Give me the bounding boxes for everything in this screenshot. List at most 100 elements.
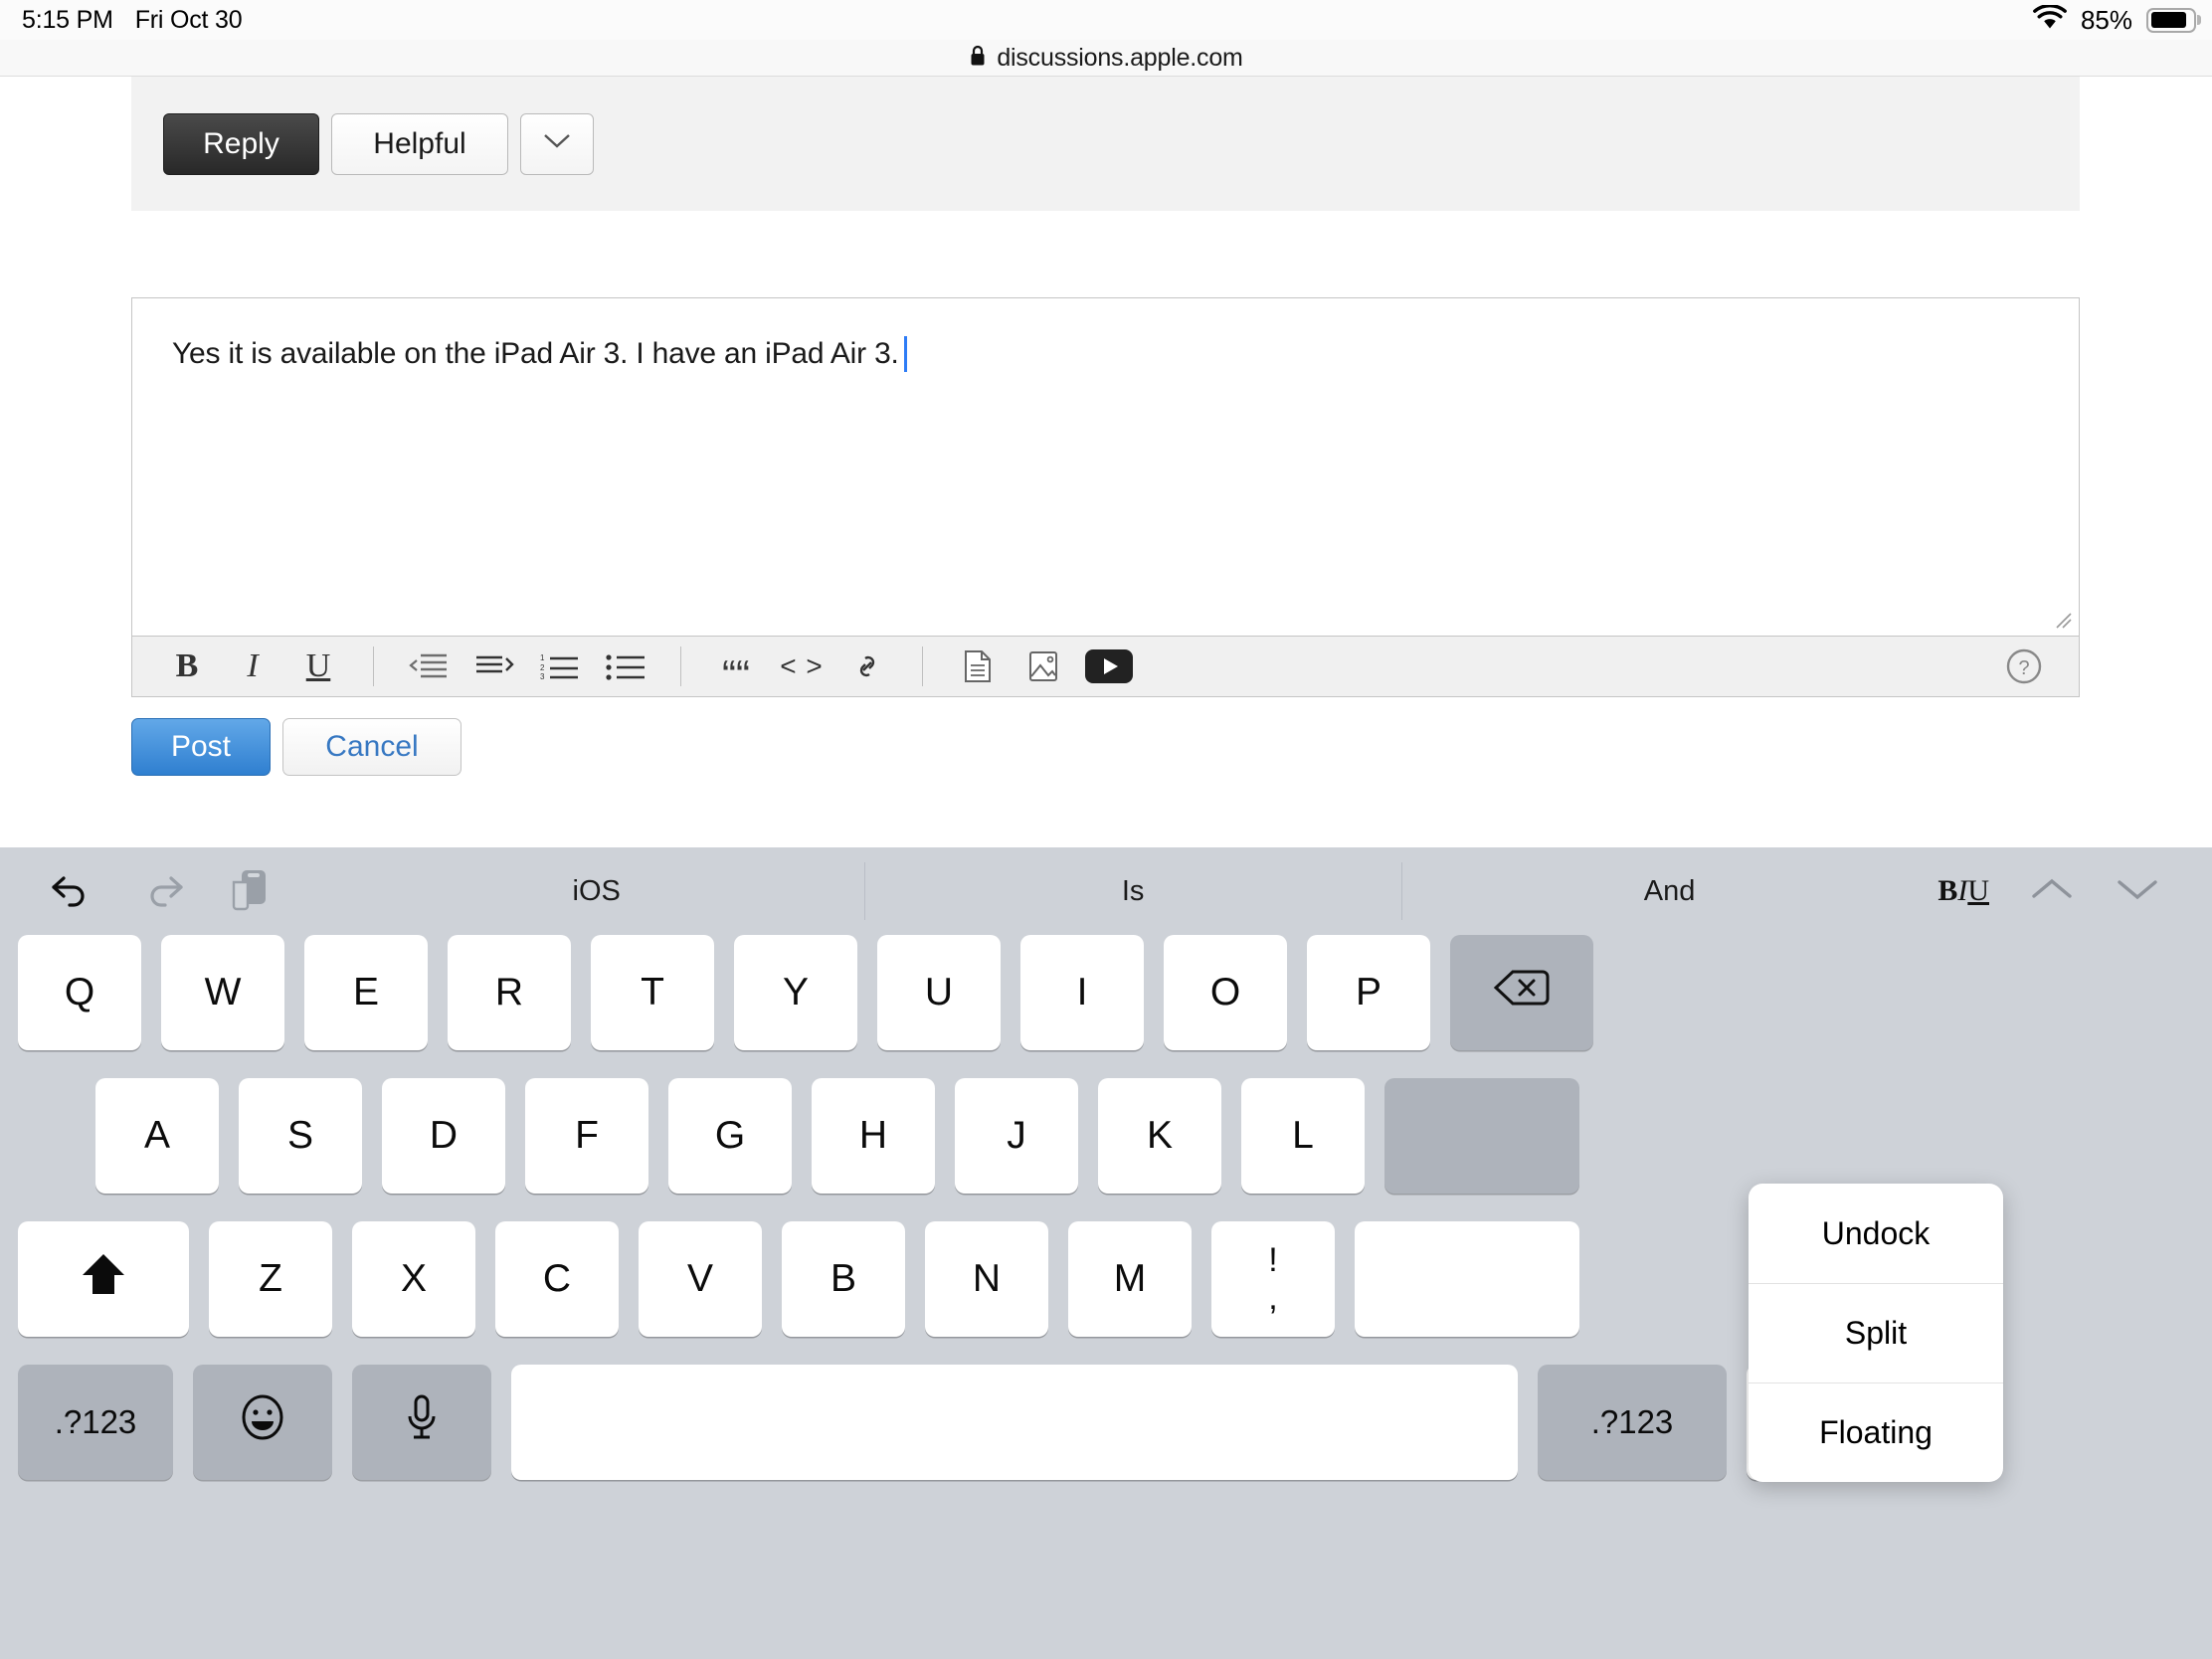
- ipad-screen: 5:15 PM Fri Oct 30 85% discussions.apple…: [0, 0, 2212, 1659]
- prediction-candidate-2[interactable]: And: [1401, 860, 1937, 922]
- key-return[interactable]: [1384, 1078, 1579, 1194]
- url-text: discussions.apple.com: [997, 44, 1242, 73]
- key-emoji[interactable]: [193, 1365, 332, 1480]
- wifi-icon: [2033, 5, 2067, 36]
- key-x[interactable]: X: [352, 1221, 475, 1337]
- key-punct-bottom: ,: [1268, 1282, 1277, 1314]
- key-i[interactable]: I: [1020, 935, 1144, 1050]
- numbered-list-button[interactable]: 1 2 3: [527, 640, 593, 693]
- italic-button[interactable]: I: [220, 640, 285, 693]
- status-time: 5:15 PM: [22, 6, 113, 35]
- key-shift[interactable]: [18, 1221, 189, 1337]
- key-g[interactable]: G: [668, 1078, 792, 1194]
- underline-button[interactable]: U: [285, 640, 351, 693]
- code-button[interactable]: < >: [769, 640, 834, 693]
- backspace-icon: [1493, 968, 1551, 1017]
- link-icon[interactable]: [834, 640, 900, 693]
- chevron-down-icon: [542, 132, 572, 155]
- undo-icon[interactable]: [50, 870, 95, 913]
- key-punct-top: !: [1268, 1244, 1277, 1276]
- prediction-candidate-1[interactable]: Is: [864, 860, 1400, 922]
- key-k[interactable]: K: [1098, 1078, 1221, 1194]
- help-circle-icon[interactable]: ?: [1991, 640, 2057, 693]
- lock-icon: [969, 44, 987, 73]
- key-m[interactable]: M: [1068, 1221, 1192, 1337]
- page-content: Reply Helpful Yes it is available on the…: [0, 77, 2212, 847]
- post-action-bar: Reply Helpful: [131, 77, 2080, 211]
- key-space[interactable]: [511, 1365, 1518, 1480]
- key-shift-right[interactable]: [1355, 1221, 1579, 1337]
- key-a[interactable]: A: [95, 1078, 219, 1194]
- bullet-list-button[interactable]: [593, 640, 658, 693]
- text-cursor: [904, 336, 907, 372]
- format-biu-button[interactable]: BIU: [1937, 874, 1989, 908]
- key-backspace[interactable]: [1450, 935, 1593, 1050]
- blockquote-button[interactable]: ““: [703, 640, 769, 693]
- key-f[interactable]: F: [525, 1078, 648, 1194]
- indent-button[interactable]: [461, 640, 527, 693]
- popup-item-split[interactable]: Split: [1749, 1283, 2003, 1382]
- key-w[interactable]: W: [161, 935, 284, 1050]
- key-y[interactable]: Y: [734, 935, 857, 1050]
- status-bar: 5:15 PM Fri Oct 30 85%: [0, 0, 2212, 40]
- prediction-candidates: iOS Is And: [328, 860, 1937, 922]
- key-z[interactable]: Z: [209, 1221, 332, 1337]
- key-u[interactable]: U: [877, 935, 1001, 1050]
- bold-button[interactable]: B: [154, 640, 220, 693]
- popup-item-undock[interactable]: Undock: [1749, 1184, 2003, 1283]
- reply-textarea-content: Yes it is available on the iPad Air 3. I…: [132, 298, 2079, 372]
- document-icon[interactable]: [945, 640, 1011, 693]
- cancel-button[interactable]: Cancel: [282, 718, 461, 776]
- emoji-icon: [238, 1392, 287, 1452]
- status-bar-right: 85%: [2033, 5, 2212, 36]
- outdent-button[interactable]: [396, 640, 461, 693]
- key-l[interactable]: L: [1241, 1078, 1365, 1194]
- key-e[interactable]: E: [304, 935, 428, 1050]
- reply-textarea[interactable]: Yes it is available on the iPad Air 3. I…: [131, 297, 2080, 636]
- image-icon[interactable]: [1011, 640, 1076, 693]
- key-numbers-right[interactable]: .?123: [1538, 1365, 1727, 1480]
- paste-icon[interactable]: [229, 867, 271, 916]
- prediction-candidate-0[interactable]: iOS: [328, 860, 864, 922]
- reply-text: Yes it is available on the iPad Air 3. I…: [172, 337, 899, 371]
- toolbar-divider: [373, 646, 374, 686]
- status-date: Fri Oct 30: [135, 6, 243, 35]
- key-p[interactable]: P: [1307, 935, 1430, 1050]
- form-buttons: Post Cancel: [131, 718, 461, 776]
- post-button[interactable]: Post: [131, 718, 271, 776]
- key-dictation[interactable]: [352, 1365, 491, 1480]
- resize-grip-icon[interactable]: [2053, 610, 2073, 630]
- browser-url-bar[interactable]: discussions.apple.com: [0, 40, 2212, 77]
- key-c[interactable]: C: [495, 1221, 619, 1337]
- keyboard-row-2: A S D F G H J K L: [0, 1078, 2212, 1198]
- key-t[interactable]: T: [591, 935, 714, 1050]
- key-exclamation-comma[interactable]: ! ,: [1211, 1221, 1335, 1337]
- svg-text:?: ?: [2018, 657, 2029, 679]
- key-q[interactable]: Q: [18, 935, 141, 1050]
- chevron-up-icon[interactable]: [2029, 876, 2075, 907]
- key-d[interactable]: D: [382, 1078, 505, 1194]
- chevron-down-icon[interactable]: [2115, 876, 2160, 907]
- prediction-tools: [0, 867, 328, 916]
- key-numbers-left[interactable]: .?123: [18, 1365, 173, 1480]
- reply-button[interactable]: Reply: [163, 113, 319, 175]
- key-n[interactable]: N: [925, 1221, 1048, 1337]
- more-actions-dropdown-button[interactable]: [520, 113, 594, 175]
- svg-text:3: 3: [540, 672, 545, 680]
- key-s[interactable]: S: [239, 1078, 362, 1194]
- shift-icon: [81, 1250, 126, 1308]
- helpful-button[interactable]: Helpful: [331, 113, 508, 175]
- prediction-right-tools: BIU: [1937, 874, 2212, 908]
- key-o[interactable]: O: [1164, 935, 1287, 1050]
- key-h[interactable]: H: [812, 1078, 935, 1194]
- redo-icon[interactable]: [139, 870, 185, 913]
- video-icon[interactable]: [1076, 640, 1142, 693]
- svg-text:1: 1: [540, 653, 545, 662]
- prediction-bar: iOS Is And BIU: [0, 847, 2212, 935]
- key-v[interactable]: V: [639, 1221, 762, 1337]
- keyboard-layout-popup-menu: Undock Split Floating: [1749, 1184, 2003, 1482]
- popup-item-floating[interactable]: Floating: [1749, 1382, 2003, 1482]
- key-j[interactable]: J: [955, 1078, 1078, 1194]
- key-b[interactable]: B: [782, 1221, 905, 1337]
- key-r[interactable]: R: [448, 935, 571, 1050]
